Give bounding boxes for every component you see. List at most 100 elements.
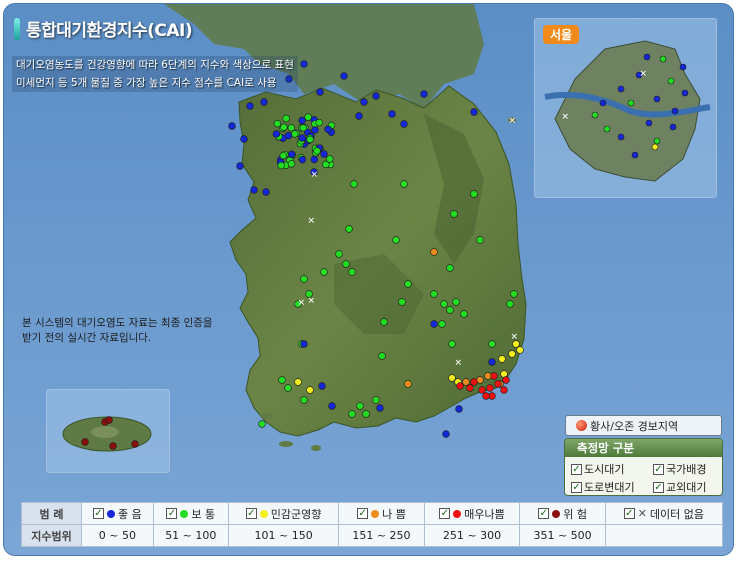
station-marker[interactable] (452, 298, 460, 306)
legend-cell-good[interactable]: ✓ 좋 음 (81, 502, 154, 525)
station-marker[interactable] (478, 386, 486, 394)
station-marker[interactable] (282, 114, 290, 123)
station-marker[interactable] (400, 120, 408, 128)
station-marker[interactable] (345, 225, 353, 233)
checkbox-icon[interactable]: ✓ (166, 508, 178, 519)
jeju-station-marker[interactable] (81, 438, 89, 446)
station-marker[interactable] (460, 310, 468, 318)
seoul-station-marker[interactable] (651, 143, 659, 151)
seoul-station-marker[interactable] (667, 77, 675, 85)
station-marker[interactable] (360, 98, 368, 106)
station-marker[interactable] (398, 298, 406, 306)
seoul-inset-map[interactable]: ✕ ✕ 서울 (534, 18, 717, 198)
station-marker[interactable] (446, 264, 454, 272)
station-marker[interactable] (482, 392, 490, 400)
seoul-station-marker[interactable] (659, 55, 667, 63)
checkbox-icon[interactable]: ✓ (92, 508, 104, 519)
seoul-station-marker[interactable] (627, 99, 635, 107)
station-marker[interactable] (355, 112, 363, 120)
station-marker[interactable] (404, 380, 412, 388)
station-marker[interactable] (300, 340, 308, 348)
station-marker[interactable] (310, 155, 318, 164)
station-marker[interactable] (442, 430, 450, 438)
station-marker[interactable] (516, 346, 524, 354)
seoul-station-marker[interactable] (653, 137, 661, 145)
seoul-station-marker[interactable] (617, 133, 625, 141)
checkbox-icon[interactable]: ✓ (245, 508, 257, 519)
station-no-data-marker[interactable]: ✕ (308, 217, 316, 227)
station-marker[interactable] (372, 92, 380, 100)
station-marker[interactable] (376, 404, 384, 412)
station-marker[interactable] (300, 275, 308, 283)
station-marker[interactable] (494, 380, 502, 388)
station-marker[interactable] (304, 113, 312, 121)
network-option-suburban[interactable]: ✓ 교외대기 (653, 479, 722, 495)
station-marker[interactable] (404, 280, 412, 288)
station-marker[interactable] (298, 134, 306, 142)
station-marker[interactable] (440, 300, 448, 308)
checkbox-icon[interactable]: ✓ (357, 508, 369, 519)
station-marker[interactable] (446, 306, 454, 314)
station-marker[interactable] (326, 155, 334, 163)
station-marker[interactable] (300, 60, 308, 68)
station-marker[interactable] (510, 290, 518, 298)
station-marker[interactable] (348, 268, 356, 276)
jeju-station-marker[interactable] (131, 440, 139, 448)
station-no-data-marker[interactable]: ✕ (640, 70, 648, 80)
station-marker[interactable] (466, 384, 474, 392)
jeju-station-marker[interactable] (105, 416, 113, 424)
legend-cell-no-data[interactable]: ✓ ✕ 데이터 없음 (604, 502, 724, 525)
station-marker[interactable] (279, 151, 287, 160)
station-marker[interactable] (506, 300, 514, 308)
station-marker[interactable] (342, 260, 350, 268)
station-marker[interactable] (262, 188, 270, 196)
station-marker[interactable] (448, 340, 456, 348)
checkbox-icon[interactable]: ✓ (571, 481, 582, 493)
station-no-data-marker[interactable]: ✕ (311, 171, 319, 181)
station-marker[interactable] (500, 386, 508, 394)
station-marker[interactable] (450, 210, 458, 218)
seoul-station-marker[interactable] (617, 85, 625, 93)
seoul-station-marker[interactable] (643, 53, 651, 61)
station-marker[interactable] (240, 135, 248, 143)
station-marker[interactable] (260, 98, 268, 106)
seoul-station-marker[interactable] (631, 151, 639, 159)
seoul-station-marker[interactable] (591, 111, 599, 119)
station-marker[interactable] (456, 382, 464, 390)
station-marker[interactable] (298, 116, 306, 125)
station-marker[interactable] (284, 131, 293, 140)
station-marker[interactable] (430, 248, 438, 256)
seoul-station-marker[interactable] (599, 99, 607, 107)
jeju-inset-map[interactable] (46, 389, 170, 473)
station-marker[interactable] (306, 386, 314, 394)
station-marker[interactable] (340, 72, 348, 80)
station-marker[interactable] (315, 118, 323, 127)
station-marker[interactable] (294, 378, 302, 386)
station-marker[interactable] (277, 161, 285, 170)
checkbox-icon[interactable]: ✓ (439, 508, 451, 519)
station-marker[interactable] (380, 318, 388, 326)
station-marker[interactable] (378, 352, 386, 360)
station-marker[interactable] (488, 358, 496, 366)
station-no-data-marker[interactable]: ✕ (509, 117, 517, 127)
station-marker[interactable] (356, 402, 364, 410)
station-marker[interactable] (316, 88, 324, 96)
station-marker[interactable] (350, 180, 358, 188)
station-marker[interactable] (246, 102, 254, 110)
station-marker[interactable] (273, 120, 282, 128)
station-marker[interactable] (311, 126, 319, 134)
legend-cell-very-unhealthy[interactable]: ✓ 매우나쁨 (423, 502, 521, 525)
network-option-urban[interactable]: ✓ 도시대기 (571, 461, 653, 477)
station-marker[interactable] (372, 396, 380, 404)
station-marker[interactable] (320, 150, 328, 158)
station-marker[interactable] (258, 420, 266, 428)
checkbox-icon[interactable]: ✓ (538, 508, 550, 519)
dust-ozone-warning-button[interactable]: 황사/오존 경보지역 (565, 415, 722, 436)
seoul-station-marker[interactable] (653, 95, 661, 103)
station-marker[interactable] (486, 384, 494, 392)
legend-cell-hazardous[interactable]: ✓ 위 험 (519, 502, 606, 525)
station-marker[interactable] (388, 110, 396, 118)
station-marker[interactable] (280, 123, 288, 131)
station-marker[interactable] (299, 124, 308, 132)
station-marker[interactable] (455, 405, 463, 413)
